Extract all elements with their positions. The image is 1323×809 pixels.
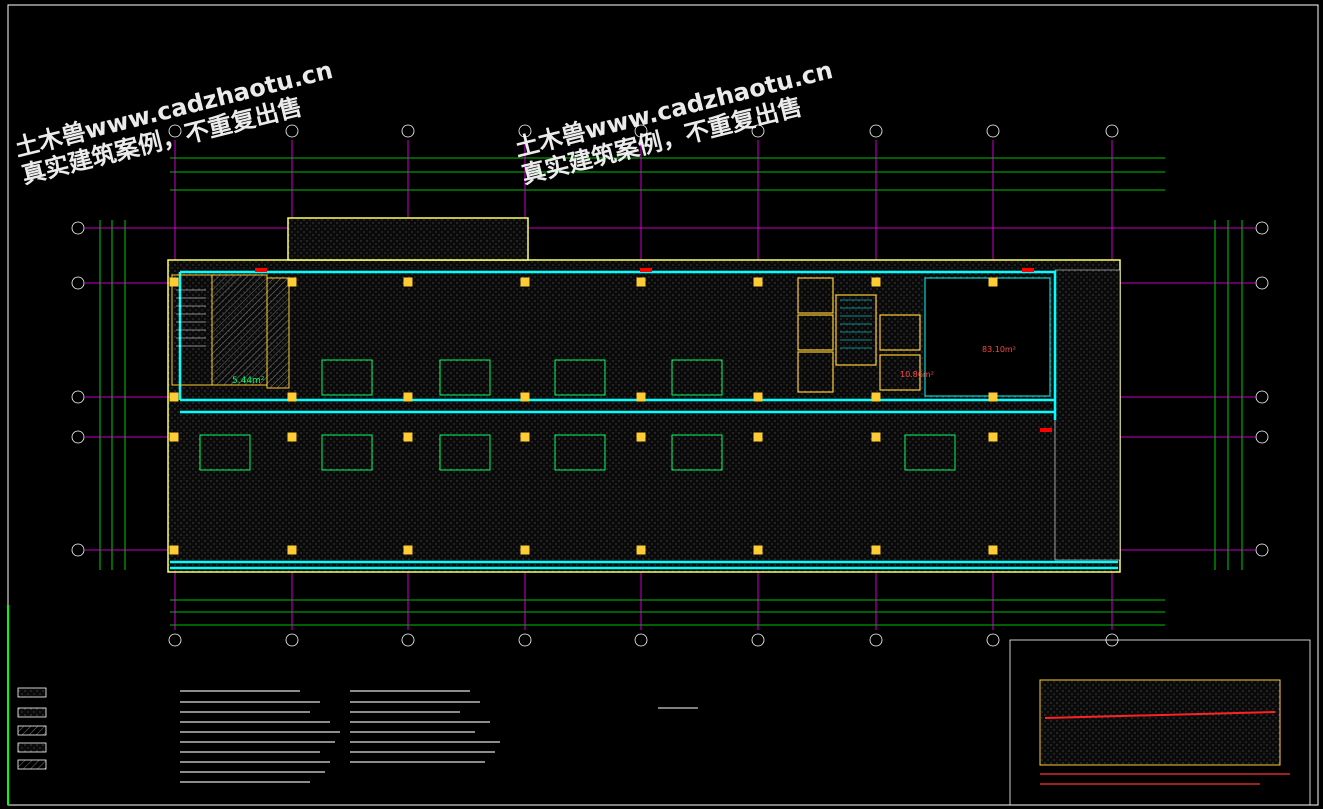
- notes-text-lines: [180, 690, 500, 783]
- left-dimensions: [99, 220, 126, 570]
- area-label-right-room: 83.10m²: [982, 345, 1016, 354]
- area-label-small-room: 10.86m²: [900, 370, 934, 379]
- top-dimensions: [170, 157, 1165, 191]
- area-label-left: 5.44m²: [232, 376, 265, 386]
- building-top-notch: [287, 217, 529, 261]
- right-triangle-zone: [1054, 269, 1121, 561]
- right-dimensions: [1214, 220, 1243, 570]
- bottom-dimensions: [170, 599, 1165, 626]
- legend-swatches: [17, 687, 47, 770]
- right-room: [924, 277, 1051, 397]
- key-plan-building: [1039, 679, 1281, 766]
